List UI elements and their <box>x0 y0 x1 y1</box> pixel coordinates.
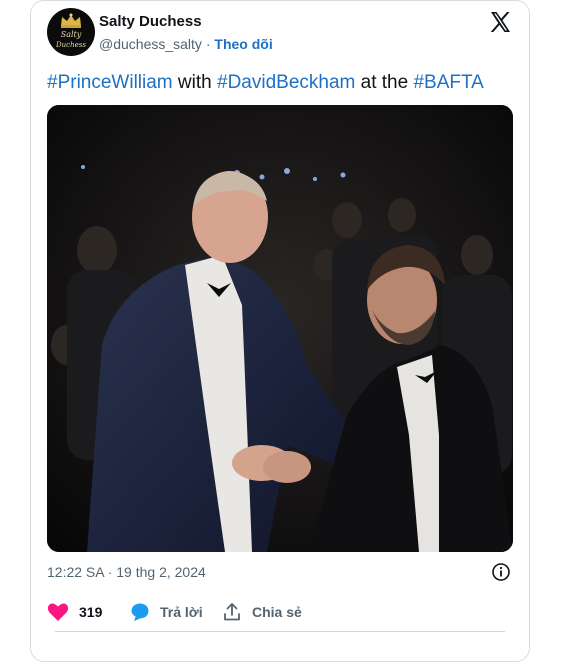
author-handle[interactable]: @duchess_salty <box>99 36 202 52</box>
reply-button[interactable]: Trả lời <box>130 602 203 622</box>
reply-label: Trả lời <box>160 604 203 620</box>
author-name[interactable]: Salty Duchess <box>99 13 202 30</box>
tweet-photo[interactable] <box>47 105 513 552</box>
avatar-text-salty: Salty <box>60 30 82 39</box>
hashtag-david-beckham[interactable]: #DavidBeckham <box>217 72 355 93</box>
divider <box>55 631 505 632</box>
crown-icon <box>61 13 81 28</box>
avatar-text-duchess: Duchess <box>56 41 86 49</box>
info-icon[interactable] <box>491 562 511 582</box>
avatar[interactable]: Salty Duchess <box>47 8 95 56</box>
speech-bubble-icon <box>131 603 149 621</box>
tweet-text-segment: at the <box>355 72 414 93</box>
photo-illustration <box>47 105 513 552</box>
tweet-text: #PrinceWilliam with #DavidBeckham at the… <box>47 72 484 94</box>
upload-icon <box>224 603 240 621</box>
tweet-text-segment: with <box>172 72 217 93</box>
tweet-timestamp[interactable]: 12:22 SA · 19 thg 2, 2024 <box>47 564 206 580</box>
follow-button[interactable]: Theo dõi <box>214 36 272 52</box>
share-label: Chia sẻ <box>252 604 302 620</box>
x-logo-icon[interactable] <box>488 10 512 34</box>
separator-dot: · <box>205 36 211 52</box>
share-button[interactable]: Chia sẻ <box>222 602 302 622</box>
author-handle-row: @duchess_salty · Theo dõi <box>99 36 273 52</box>
heart-icon <box>47 603 69 621</box>
hashtag-bafta[interactable]: #BAFTA <box>413 72 483 93</box>
hashtag-prince-william[interactable]: #PrinceWilliam <box>47 72 173 93</box>
like-button[interactable]: 319 <box>47 602 102 622</box>
like-count: 319 <box>79 604 103 620</box>
